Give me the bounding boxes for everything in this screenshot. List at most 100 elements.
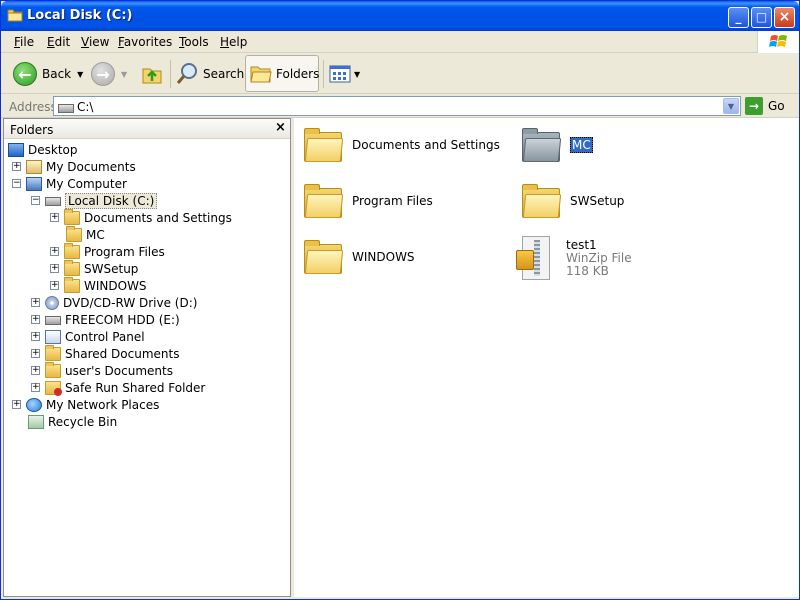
forward-button[interactable]: → ▼: [91, 57, 127, 91]
folder-icon: [64, 276, 80, 293]
tree-item-dvd-drive[interactable]: + DVD/CD-RW Drive (D:): [31, 294, 197, 311]
file-item-name: Documents and Settings: [352, 138, 500, 152]
menu-view[interactable]: View: [81, 35, 109, 49]
file-item-name: MC: [570, 137, 593, 153]
maximize-button[interactable]: □: [751, 7, 772, 28]
address-value[interactable]: C:\: [77, 100, 93, 114]
tree-item-safe-run-shared-folder[interactable]: + Safe Run Shared Folder: [31, 379, 205, 396]
go-button[interactable]: → Go: [745, 96, 785, 116]
chevron-down-icon[interactable]: ▼: [77, 70, 83, 79]
menu-file[interactable]: File: [14, 35, 34, 49]
folders-icon: [250, 66, 272, 83]
file-item-name: WINDOWS: [352, 250, 415, 264]
views-button[interactable]: ▼: [329, 57, 360, 91]
tree-item-my-network-places[interactable]: + My Network Places: [12, 396, 159, 413]
back-button[interactable]: ← Back ▼: [13, 57, 83, 91]
folder-icon: [304, 128, 344, 162]
tree-item-users-documents[interactable]: + user's Documents: [31, 361, 173, 379]
search-icon: [176, 63, 197, 84]
tree-item-my-computer[interactable]: − My Computer: [12, 175, 127, 192]
content-pane: Documents and Settings MC Program Files …: [294, 118, 799, 597]
zip-file-icon: [516, 236, 554, 280]
tree-item-mc[interactable]: MC: [66, 225, 105, 243]
file-item-mc[interactable]: MC: [522, 128, 593, 162]
menu-edit[interactable]: Edit: [47, 35, 70, 49]
back-label: Back: [42, 67, 72, 81]
tree-item-label: user's Documents: [65, 363, 173, 378]
expand-icon[interactable]: +: [12, 400, 21, 409]
file-item-documents-and-settings[interactable]: Documents and Settings: [304, 128, 500, 162]
menu-help[interactable]: Help: [220, 35, 247, 49]
cd-drive-icon: [45, 295, 59, 310]
menu-favorites[interactable]: Favorites: [118, 35, 172, 49]
expand-icon[interactable]: +: [12, 162, 21, 171]
up-folder-icon: [142, 68, 162, 84]
expand-icon[interactable]: +: [50, 213, 59, 222]
title-bar[interactable]: Local Disk (C:) _ □ ×: [1, 1, 799, 31]
tree-item-windows[interactable]: + WINDOWS: [50, 276, 147, 294]
tree-item-label: MC: [86, 227, 105, 242]
folders-button[interactable]: Folders: [245, 55, 319, 92]
tree-item-label: FREECOM HDD (E:): [65, 312, 180, 327]
address-label: Address: [9, 100, 57, 114]
file-item-swsetup[interactable]: SWSetup: [522, 184, 624, 218]
file-item-size: 118 KB: [566, 263, 609, 278]
tree-item-desktop[interactable]: Desktop: [8, 141, 78, 158]
window-title: Local Disk (C:): [27, 8, 133, 23]
file-item-type: WinZip File: [566, 250, 632, 265]
chevron-down-icon[interactable]: ▼: [354, 70, 360, 79]
tree-item-label: Program Files: [84, 244, 165, 259]
menu-tools[interactable]: Tools: [179, 35, 209, 49]
expand-icon[interactable]: +: [31, 315, 40, 324]
expand-icon[interactable]: +: [31, 349, 40, 358]
collapse-icon[interactable]: −: [31, 196, 40, 205]
minimize-button[interactable]: _: [728, 7, 749, 28]
search-label: Search: [203, 67, 245, 81]
folder-icon: [64, 259, 80, 276]
expand-icon[interactable]: +: [50, 247, 59, 256]
tree-item-recycle-bin[interactable]: Recycle Bin: [28, 413, 117, 430]
back-arrow-icon: ←: [13, 62, 37, 86]
tree-item-control-panel[interactable]: + Control Panel: [31, 328, 145, 345]
folder-icon: [522, 184, 562, 218]
close-icon[interactable]: ×: [275, 120, 286, 135]
file-item-windows[interactable]: WINDOWS: [304, 240, 415, 274]
standard-toolbar: ← Back ▼ → ▼ Search Folders ▼: [1, 54, 799, 94]
chevron-down-icon[interactable]: ▼: [121, 70, 127, 79]
folders-pane-title: Folders: [10, 123, 54, 137]
control-panel-icon: [45, 329, 61, 344]
up-folder-button[interactable]: [141, 57, 163, 91]
chevron-down-icon[interactable]: ▼: [723, 98, 739, 114]
tree-item-swsetup[interactable]: + SWSetup: [50, 259, 138, 277]
recycle-bin-icon: [28, 414, 44, 429]
folder-icon: [64, 242, 80, 259]
expand-icon[interactable]: +: [31, 298, 40, 307]
tree-item-local-disk[interactable]: − Local Disk (C:): [31, 192, 158, 209]
my-documents-icon: [26, 159, 42, 174]
shared-folder-icon: [45, 380, 62, 396]
file-item-program-files[interactable]: Program Files: [304, 184, 433, 218]
expand-icon[interactable]: +: [50, 281, 59, 290]
go-arrow-icon: →: [745, 97, 763, 115]
collapse-icon[interactable]: −: [12, 179, 21, 188]
expand-icon[interactable]: +: [50, 264, 59, 273]
explorer-window: Local Disk (C:) _ □ × File Edit View Fav…: [0, 0, 800, 600]
folder-icon: [304, 184, 344, 218]
tree-item-documents-and-settings[interactable]: + Documents and Settings: [50, 208, 232, 226]
expand-icon[interactable]: +: [31, 366, 40, 375]
close-button[interactable]: ×: [774, 7, 795, 28]
tree-item-my-documents[interactable]: + My Documents: [12, 158, 136, 175]
address-input[interactable]: C:\ ▼: [53, 96, 741, 116]
tree-item-program-files[interactable]: + Program Files: [50, 242, 165, 260]
tree-item-shared-documents[interactable]: + Shared Documents: [31, 344, 179, 362]
tree-item-label: Local Disk (C:): [65, 192, 158, 209]
expand-icon[interactable]: +: [31, 332, 40, 341]
expand-icon[interactable]: +: [31, 383, 40, 392]
tree-item-label: Safe Run Shared Folder: [65, 380, 206, 395]
tree-item-freecom-hdd[interactable]: + FREECOM HDD (E:): [31, 311, 180, 328]
folder-icon: [64, 208, 80, 225]
file-item-test1[interactable]: test1 WinZip File 118 KB: [516, 236, 632, 280]
folder-icon: [66, 225, 82, 242]
search-button[interactable]: Search: [176, 57, 244, 91]
go-label: Go: [768, 99, 785, 113]
